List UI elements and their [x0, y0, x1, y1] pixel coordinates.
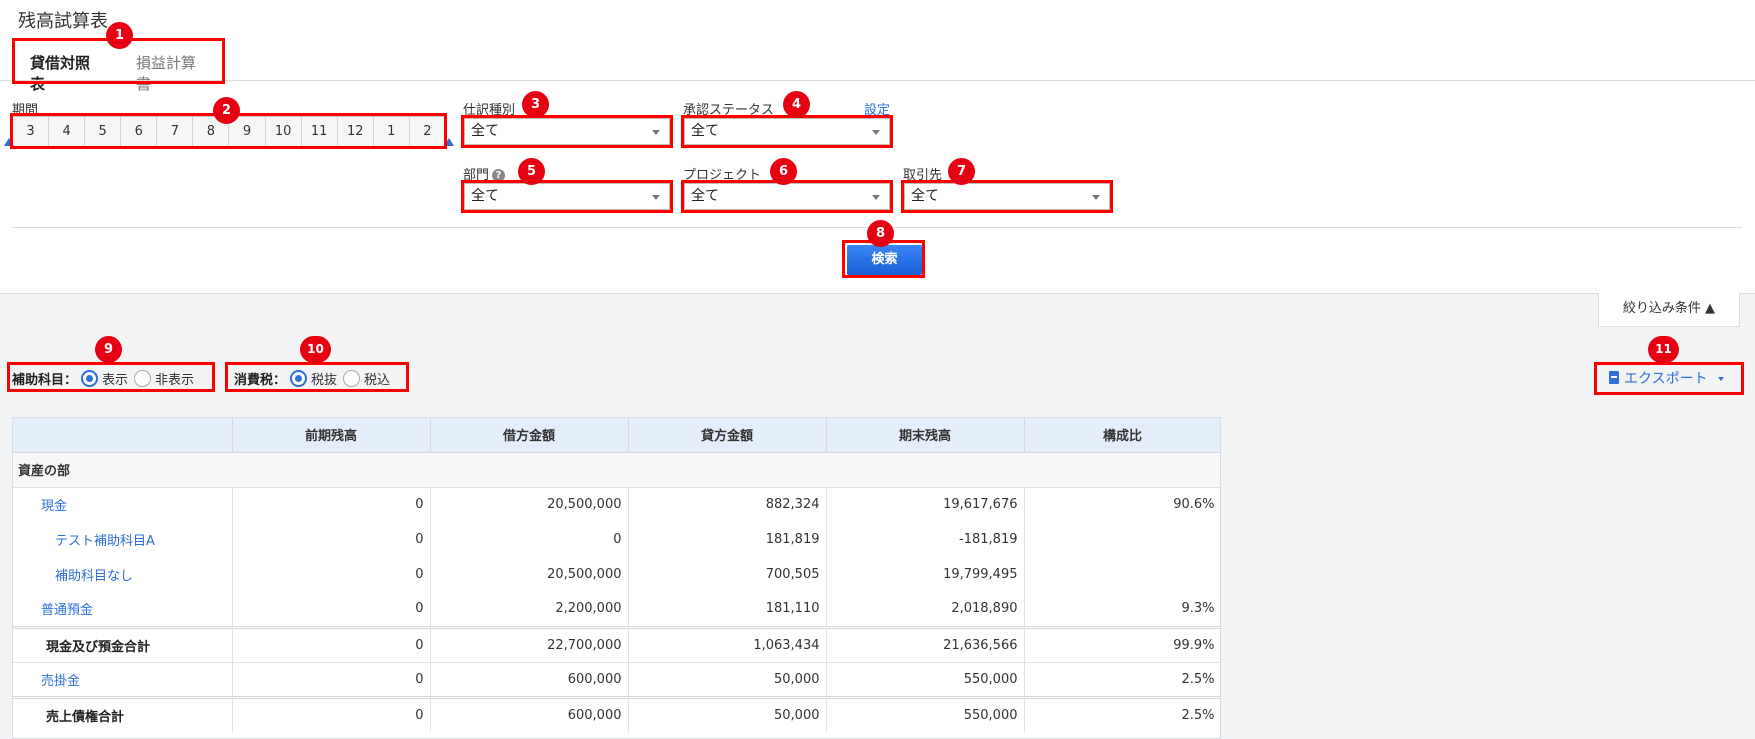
trial-balance-table: 前期残高 借方金額 貸方金額 期末残高 構成比 資産の部 現金 0 20,500…	[12, 417, 1221, 739]
end-balance-cell: 550,000	[826, 661, 1025, 697]
credit-cell: 700,505	[628, 557, 827, 592]
debit-cell: 600,000	[430, 695, 629, 732]
ratio-cell: 2.5%	[1024, 661, 1220, 697]
end-balance-cell: 21,636,566	[826, 625, 1025, 662]
step-badge: 4	[783, 91, 810, 118]
step-badge: 9	[95, 336, 122, 363]
prev-balance-cell: 0	[232, 592, 431, 627]
annotation-box-5	[461, 180, 673, 213]
table-row: 現金 0 20,500,000 882,324 19,617,676 90.6%	[13, 487, 1220, 522]
debit-cell: 0	[430, 522, 629, 557]
table-row: 売掛金 0 600,000 50,000 550,000 2.5%	[13, 661, 1220, 697]
sub-account-name-cell: テスト補助科目A	[13, 522, 233, 557]
filter-toggle-button[interactable]: 絞り込み条件 ▲	[1598, 293, 1740, 327]
step-badge: 6	[770, 158, 797, 185]
account-name-cell: 普通預金	[13, 592, 233, 627]
debit-cell: 20,500,000	[430, 487, 629, 522]
account-link[interactable]: 現金	[41, 499, 67, 514]
col-header-ratio: 構成比	[1024, 418, 1220, 453]
section-row: 資産の部	[13, 452, 1220, 488]
account-link[interactable]: 普通預金	[41, 603, 93, 618]
col-header-debit: 借方金額	[430, 418, 629, 453]
account-link[interactable]: 売掛金	[41, 674, 80, 689]
step-badge: 10	[300, 336, 331, 363]
annotation-box-11	[1594, 362, 1744, 395]
end-balance-cell: 19,799,495	[826, 557, 1025, 592]
sub-account-link[interactable]: 補助科目なし	[55, 569, 133, 584]
credit-cell: 50,000	[628, 661, 827, 697]
page-title: 残高試算表	[18, 11, 108, 32]
total-row: 売上債権合計 0 600,000 50,000 550,000 2.5%	[13, 695, 1220, 732]
prev-balance-cell: 0	[232, 661, 431, 697]
col-header-end-balance: 期末残高	[826, 418, 1025, 453]
ratio-cell: 9.3%	[1024, 592, 1220, 627]
ratio-cell	[1024, 522, 1220, 557]
account-name-cell: 現金	[13, 487, 233, 522]
table-header-row: 前期残高 借方金額 貸方金額 期末残高 構成比	[13, 418, 1220, 453]
credit-cell: 882,324	[628, 487, 827, 522]
step-badge: 3	[522, 91, 549, 118]
end-balance-cell: -181,819	[826, 522, 1025, 557]
ratio-cell	[1024, 557, 1220, 592]
ratio-cell: 90.6%	[1024, 487, 1220, 522]
end-balance-cell: 550,000	[826, 695, 1025, 732]
step-badge: 1	[106, 22, 133, 49]
step-badge: 11	[1648, 336, 1679, 363]
account-name-cell: 売掛金	[13, 661, 233, 697]
annotation-box-4	[681, 115, 893, 148]
credit-cell: 50,000	[628, 695, 827, 732]
section-title: 資産の部	[13, 452, 1220, 488]
col-header-credit: 貸方金額	[628, 418, 827, 453]
prev-balance-cell: 0	[232, 487, 431, 522]
step-badge: 8	[867, 220, 894, 247]
total-name-cell: 現金及び預金合計	[13, 625, 233, 662]
total-row: 現金及び預金合計 0 22,700,000 1,063,434 21,636,5…	[13, 625, 1220, 662]
end-balance-cell: 19,617,676	[826, 487, 1025, 522]
annotation-box-9	[7, 362, 215, 392]
prev-balance-cell: 0	[232, 625, 431, 662]
credit-cell: 181,110	[628, 592, 827, 627]
step-badge: 5	[518, 158, 545, 185]
step-badge: 7	[948, 158, 975, 185]
debit-cell: 600,000	[430, 661, 629, 697]
end-balance-cell: 2,018,890	[826, 592, 1025, 627]
total-name-cell: 売上債権合計	[13, 695, 233, 732]
tab-divider	[0, 80, 1755, 81]
ratio-cell: 99.9%	[1024, 625, 1220, 662]
annotation-box-7	[901, 180, 1113, 213]
ratio-cell: 2.5%	[1024, 695, 1220, 732]
sub-account-name-cell: 補助科目なし	[13, 557, 233, 592]
annotation-box-6	[681, 180, 893, 213]
prev-balance-cell: 0	[232, 522, 431, 557]
credit-cell: 1,063,434	[628, 625, 827, 662]
step-badge: 2	[213, 97, 240, 124]
sub-account-link[interactable]: テスト補助科目A	[55, 534, 155, 549]
prev-balance-cell: 0	[232, 557, 431, 592]
col-header-prev-balance: 前期残高	[232, 418, 431, 453]
col-header	[13, 418, 233, 453]
debit-cell: 2,200,000	[430, 592, 629, 627]
debit-cell: 22,700,000	[430, 625, 629, 662]
prev-balance-cell: 0	[232, 695, 431, 732]
table-row: 補助科目なし 0 20,500,000 700,505 19,799,495	[13, 557, 1220, 592]
annotation-box-10	[225, 362, 409, 392]
debit-cell: 20,500,000	[430, 557, 629, 592]
annotation-box-3	[461, 115, 673, 148]
table-row: テスト補助科目A 0 0 181,819 -181,819	[13, 522, 1220, 557]
table-row: 普通預金 0 2,200,000 181,110 2,018,890 9.3%	[13, 592, 1220, 627]
credit-cell: 181,819	[628, 522, 827, 557]
